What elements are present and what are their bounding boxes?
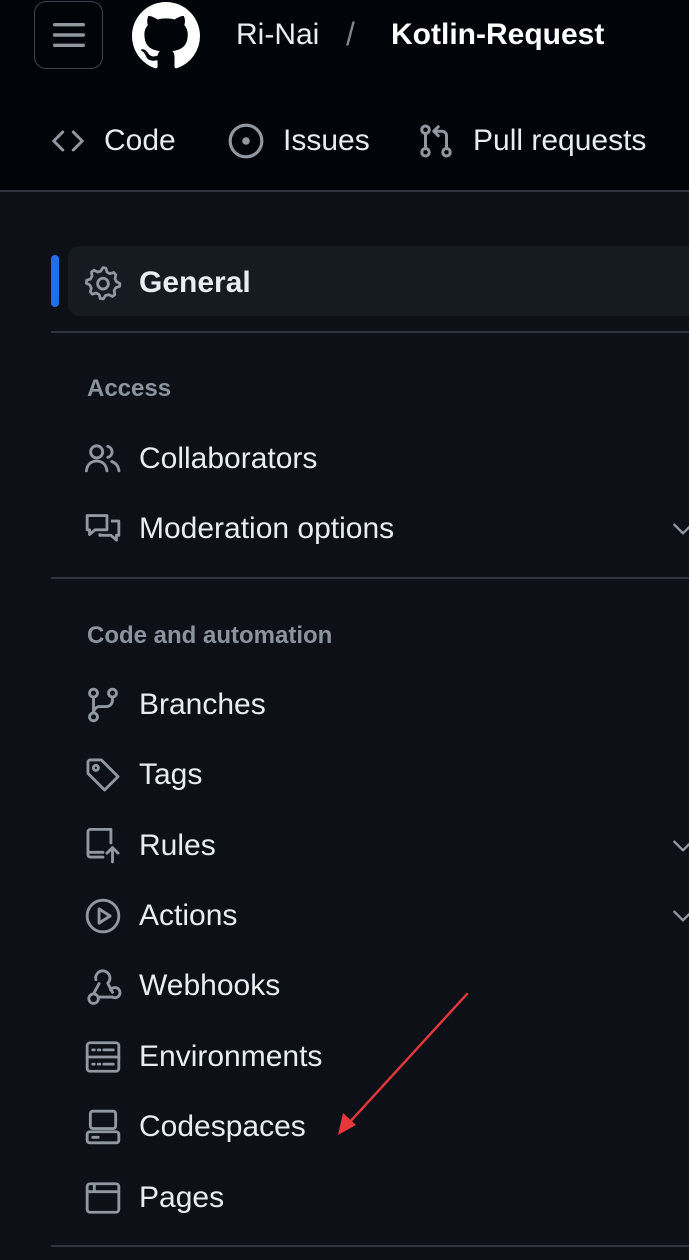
sidebar-item-codespaces-label: Codespaces xyxy=(139,1110,306,1143)
sidebar-item-environments[interactable]: Environments xyxy=(0,1026,689,1086)
play-icon xyxy=(85,898,121,934)
sidebar-item-actions-label: Actions xyxy=(139,899,238,932)
sidebar-item-branches[interactable]: Branches xyxy=(0,674,689,734)
sidebar-item-rules[interactable]: Rules xyxy=(0,815,689,875)
sidebar-item-collaborators[interactable]: Collaborators xyxy=(0,428,689,488)
git-pull-request-icon xyxy=(420,124,452,158)
breadcrumb-owner-link[interactable]: Ri-Nai xyxy=(236,18,319,52)
sidebar-item-tags-label: Tags xyxy=(139,758,203,791)
github-logo-icon[interactable] xyxy=(132,2,200,70)
tab-issues-label: Issues xyxy=(283,124,370,157)
tab-issues[interactable]: Issues xyxy=(227,116,370,166)
sidebar-item-collaborators-label: Collaborators xyxy=(139,442,318,475)
tab-code[interactable]: Code xyxy=(50,116,176,166)
chevron-down-icon xyxy=(673,523,689,535)
section-heading-access: Access xyxy=(87,375,172,402)
breadcrumb-separator: / xyxy=(346,16,355,52)
people-icon xyxy=(84,444,121,473)
sidebar-item-moderation-options[interactable]: Moderation options xyxy=(0,498,689,558)
browser-icon xyxy=(85,1182,121,1214)
sidebar-item-rules-label: Rules xyxy=(139,829,216,862)
tag-icon xyxy=(86,758,120,792)
section-divider xyxy=(51,577,689,579)
sidebar-item-general-label: General xyxy=(139,266,251,299)
code-icon xyxy=(52,130,84,152)
repo-push-icon xyxy=(86,827,120,864)
breadcrumb-repo-link[interactable]: Kotlin-Request xyxy=(391,18,604,52)
sidebar-item-webhooks-label: Webhooks xyxy=(139,969,281,1002)
chevron-down-icon xyxy=(673,840,689,852)
tab-pull-requests-label: Pull requests xyxy=(473,124,647,157)
webhook-icon xyxy=(87,969,122,1005)
sidebar-item-moderation-options-label: Moderation options xyxy=(139,512,395,545)
global-menu-button[interactable] xyxy=(34,1,103,69)
sidebar-item-pages-label: Pages xyxy=(139,1181,225,1214)
codespaces-icon xyxy=(85,1109,121,1145)
tab-code-label: Code xyxy=(104,124,176,157)
repo-header: Ri-Nai / Kotlin-Request Code Issues Pull… xyxy=(0,0,689,192)
three-bars-icon xyxy=(52,23,85,47)
server-icon xyxy=(85,1041,121,1073)
gear-icon xyxy=(84,266,122,301)
sidebar-item-codespaces[interactable]: Codespaces xyxy=(0,1096,689,1156)
sidebar-item-tags[interactable]: Tags xyxy=(0,744,689,804)
sidebar-item-branches-label: Branches xyxy=(139,688,266,721)
section-divider xyxy=(51,331,689,333)
sidebar-item-actions[interactable]: Actions xyxy=(0,885,689,945)
sidebar-item-environments-label: Environments xyxy=(139,1040,323,1073)
issue-opened-icon xyxy=(228,123,264,159)
sidebar-item-general[interactable]: General xyxy=(0,252,689,312)
git-branch-icon xyxy=(88,687,118,723)
section-heading-code-and-automation: Code and automation xyxy=(87,622,333,649)
sidebar-item-webhooks[interactable]: Webhooks xyxy=(0,955,689,1015)
sidebar-item-pages[interactable]: Pages xyxy=(0,1167,689,1227)
chevron-down-icon xyxy=(673,910,689,922)
comment-discussion-icon xyxy=(85,514,121,542)
section-divider xyxy=(51,1245,689,1247)
tab-pull-requests[interactable]: Pull requests xyxy=(418,116,646,166)
